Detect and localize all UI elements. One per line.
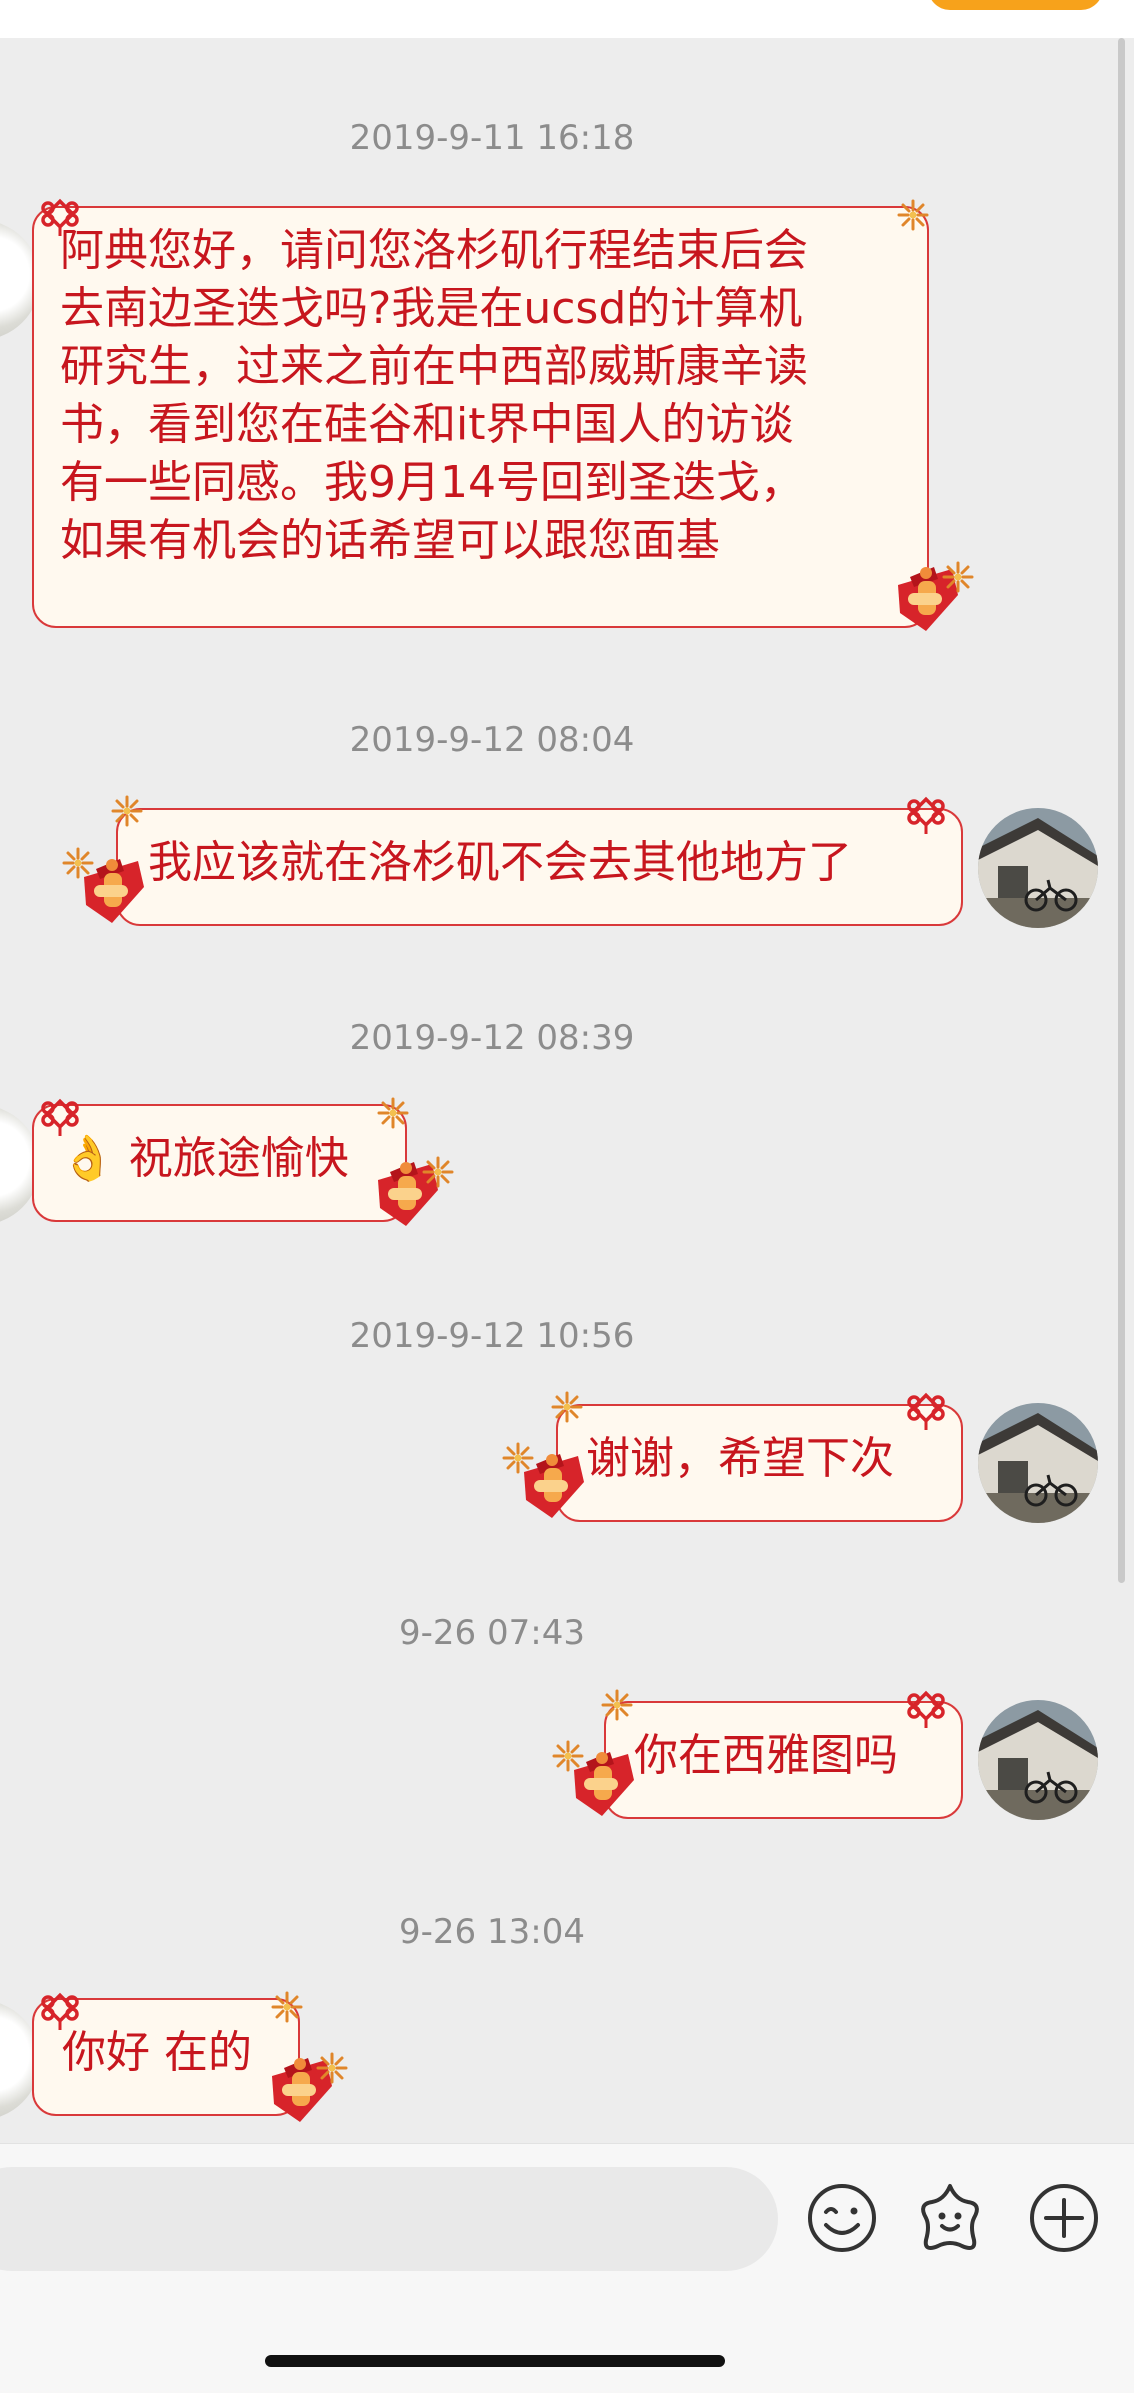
message-bubble-left[interactable]: 你好 在的: [32, 1998, 300, 2116]
message-line: 如果有机会的话希望可以跟您面基: [60, 515, 720, 566]
message-line: 去南边圣迭戈吗?我是在ucsd的计算机: [60, 283, 803, 334]
message-line: 有一些同感。我9月14号回到圣迭戈，: [60, 457, 804, 508]
message-bubble-left[interactable]: 阿典您好，请问您洛杉矶行程结束后会 去南边圣迭戈吗?我是在ucsd的计算机 研究…: [32, 206, 929, 628]
message-text: 祝旅途愉快: [128, 1133, 349, 1184]
chat-scrollbar[interactable]: [1118, 38, 1125, 1583]
timestamp: 2019-9-12 08:39: [349, 1018, 635, 1058]
avatar[interactable]: [978, 1700, 1098, 1820]
home-indicator[interactable]: [265, 2355, 725, 2367]
avatar-photo-icon: [978, 808, 1098, 928]
avatar-photo-icon: [978, 1403, 1098, 1523]
message-text: 谢谢，希望下次: [586, 1433, 894, 1484]
timestamp: 2019-9-12 08:04: [349, 720, 635, 760]
avatar[interactable]: [978, 1403, 1098, 1523]
message-bubble-left[interactable]: 👌 祝旅途愉快: [32, 1104, 407, 1222]
message-text: 我应该就在洛杉矶不会去其他地方了: [148, 837, 852, 888]
message-input[interactable]: [0, 2167, 778, 2271]
message-line: 阿典您好，请问您洛杉矶行程结束后会: [60, 225, 808, 276]
message-bubble-right[interactable]: 我应该就在洛杉矶不会去其他地方了: [116, 808, 963, 926]
ok-hand-emoji: 👌: [60, 1133, 115, 1184]
timestamp: 2019-9-12 10:56: [349, 1316, 635, 1356]
timestamp: 9-26 13:04: [399, 1912, 585, 1952]
top-action-pill[interactable]: [928, 0, 1103, 10]
avatar[interactable]: [978, 808, 1098, 928]
sticker-star-icon[interactable]: [910, 2178, 990, 2258]
smiley-face-icon[interactable]: [802, 2178, 882, 2258]
avatar-photo-icon: [978, 1700, 1098, 1820]
message-line: 书，看到您在硅谷和it界中国人的访谈: [60, 399, 794, 450]
timestamp: 9-26 07:43: [399, 1613, 585, 1653]
timestamp: 2019-9-11 16:18: [349, 118, 635, 158]
message-text: 你好 在的: [62, 2027, 252, 2078]
message-line: 研究生，过来之前在中西部威斯康辛读: [60, 341, 808, 392]
message-bubble-right[interactable]: 谢谢，希望下次: [556, 1404, 963, 1522]
message-bubble-right[interactable]: 你在西雅图吗: [604, 1701, 963, 1819]
message-text: 你在西雅图吗: [634, 1730, 898, 1781]
plus-circle-icon[interactable]: [1024, 2178, 1104, 2258]
top-nav-bar: [0, 0, 1134, 38]
